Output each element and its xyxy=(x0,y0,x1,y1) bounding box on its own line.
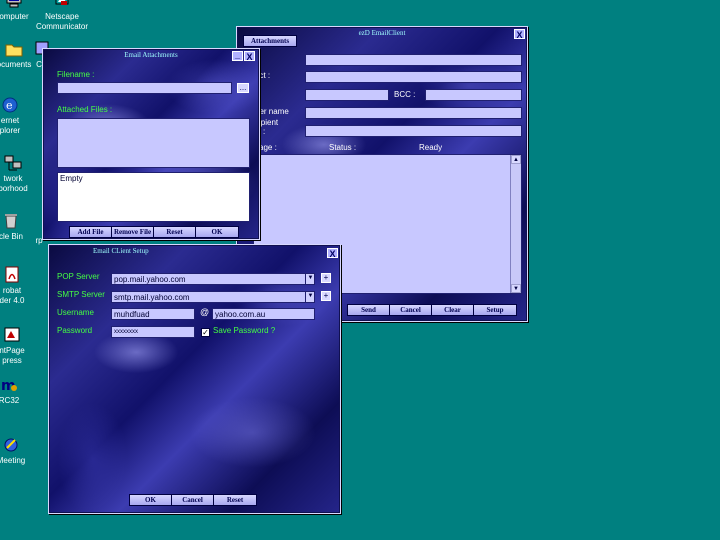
attached-files-list[interactable]: Empty xyxy=(57,172,250,222)
attachments-reset-button[interactable]: Reset xyxy=(154,227,196,237)
attachments-button[interactable]: Attachments xyxy=(244,36,296,46)
desktop-icon-network-neighborhood[interactable]: twork borhood xyxy=(0,154,32,194)
clear-button[interactable]: Clear xyxy=(432,305,474,315)
chevron-down-icon[interactable]: ▼ xyxy=(305,274,314,284)
pop-add-button[interactable]: + xyxy=(321,273,331,283)
pop-server-label: POP Server xyxy=(57,272,100,281)
computer-icon xyxy=(6,0,22,8)
scroll-up-arrow-icon[interactable]: ▲ xyxy=(511,155,521,164)
from-field[interactable] xyxy=(305,54,522,66)
recycle-bin-icon xyxy=(5,214,17,229)
browse-button[interactable]: ... xyxy=(237,83,249,93)
setup-cancel-button[interactable]: Cancel xyxy=(172,495,214,505)
password-label: Password xyxy=(57,326,93,335)
bcc-label: BCC : xyxy=(394,90,416,99)
desktop-icon-frontpage-express[interactable]: ntPage press xyxy=(0,326,30,366)
sender-name-label: der name xyxy=(255,107,289,116)
attached-files-box[interactable] xyxy=(57,118,250,168)
list-item[interactable]: Empty xyxy=(60,174,83,183)
acrobat-icon xyxy=(5,266,19,283)
minimize-button[interactable]: _ xyxy=(232,51,243,61)
setup-ok-button[interactable]: OK xyxy=(130,495,172,505)
internet-explorer-icon: e xyxy=(2,97,18,113)
send-button[interactable]: Send xyxy=(348,305,390,315)
setup-reset-button[interactable]: Reset xyxy=(214,495,256,505)
email-attachments-title: Email Attachments xyxy=(124,51,178,59)
email-attachments-window: Email Attachments _ X Filename : ... Att… xyxy=(42,48,260,240)
cc-field[interactable] xyxy=(305,89,389,101)
smtp-server-select[interactable]: smtp.mail.yahoo.com ▼ xyxy=(111,291,315,303)
desktop-icon-internet-explorer[interactable]: e ernet plorer xyxy=(0,96,26,136)
desktop-icon-mirc32[interactable]: m RC32 xyxy=(0,376,24,406)
svg-text:e: e xyxy=(6,99,13,112)
desktop-icon-acrobat-reader[interactable]: robat der 4.0 xyxy=(0,266,30,306)
chevron-down-icon[interactable]: ▼ xyxy=(305,292,314,302)
filename-field[interactable] xyxy=(57,82,232,94)
frontpage-icon xyxy=(4,327,20,342)
password-field[interactable]: xxxxxxxx xyxy=(111,326,195,338)
netmeeting-icon xyxy=(4,438,18,452)
desktop-icon-netmeeting[interactable]: Meeting xyxy=(0,436,28,466)
smtp-add-button[interactable]: + xyxy=(321,291,331,301)
domain-field[interactable]: yahoo.com.au xyxy=(212,308,315,320)
network-icon xyxy=(4,155,22,171)
desktop-icon-my-computer[interactable]: omputer xyxy=(0,0,32,22)
at-symbol: @ xyxy=(200,307,210,317)
to-field[interactable] xyxy=(305,125,522,137)
sender-name-field[interactable] xyxy=(305,107,522,119)
netscape-icon xyxy=(55,0,69,5)
attachments-button-bar: Attachments xyxy=(243,35,297,47)
username-label: Username xyxy=(57,308,94,317)
filename-label: Filename : xyxy=(57,70,95,79)
folder-icon xyxy=(5,44,23,57)
scroll-down-arrow-icon[interactable]: ▼ xyxy=(511,284,521,293)
attached-files-label: Attached Files : xyxy=(57,105,113,114)
remove-file-button[interactable]: Remove File xyxy=(112,227,154,237)
cancel-button[interactable]: Cancel xyxy=(390,305,432,315)
pop-server-select[interactable]: pop.mail.yahoo.com ▼ xyxy=(111,273,315,285)
add-file-button[interactable]: Add File xyxy=(70,227,112,237)
setup-button[interactable]: Setup xyxy=(474,305,516,315)
setup-title: Email CLient Setup xyxy=(93,247,149,255)
desktop-icon-my-documents[interactable]: ocuments xyxy=(0,40,34,70)
save-password-label: Save Password ? xyxy=(213,326,276,335)
status-label: Status : xyxy=(329,143,357,152)
status-value: Ready xyxy=(419,143,443,152)
setup-close-button[interactable]: X xyxy=(327,248,338,259)
username-field[interactable]: muhdfuad xyxy=(111,308,195,320)
setup-button-bar: OK Cancel Reset xyxy=(129,494,257,506)
save-password-checkbox[interactable]: ✓ xyxy=(201,328,210,337)
desktop-icon-recycle-bin[interactable]: cle Bin xyxy=(0,212,28,242)
subject-field[interactable] xyxy=(305,71,522,83)
email-client-setup-window: Email CLient Setup X POP Server pop.mail… xyxy=(48,244,341,514)
mirc-icon: m xyxy=(1,378,17,394)
email-client-close-button[interactable]: X xyxy=(514,29,525,40)
smtp-server-label: SMTP Server xyxy=(57,290,105,299)
email-client-button-bar: Send Cancel Clear Setup xyxy=(347,304,517,316)
to-label: : xyxy=(263,127,266,136)
recipient-label: ipient xyxy=(259,118,279,127)
message-scrollbar[interactable]: ▲ ▼ xyxy=(510,155,521,293)
desktop-icon-netscape[interactable]: Netscape Communicator xyxy=(34,0,90,32)
bcc-field[interactable] xyxy=(425,89,522,101)
email-attachments-close-button[interactable]: X xyxy=(244,51,255,62)
attachments-button-bar-bottom: Add File Remove File Reset OK xyxy=(69,226,239,238)
attachments-ok-button[interactable]: OK xyxy=(196,227,238,237)
